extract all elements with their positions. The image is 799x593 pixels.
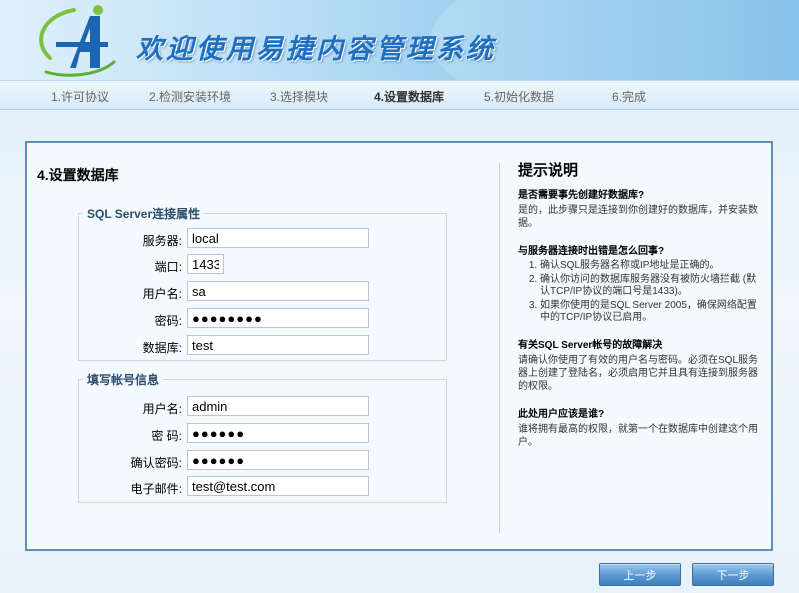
port-input[interactable] xyxy=(187,254,224,274)
help-answer-2-list: 确认SQL服务器名称或IP地址是正确的。 确认你访问的数据库服务器没有被防火墙拦… xyxy=(518,260,758,324)
db-password-row: 密码: xyxy=(87,309,182,331)
step-modules: 3.选择模块 xyxy=(270,90,329,104)
db-user-input[interactable] xyxy=(187,281,369,301)
wizard-steps: 1.许可协议 2.检测安装环境 3.选择模块 4.设置数据库 5.初始化数据 6… xyxy=(0,80,799,110)
prev-step-button[interactable]: 上一步 xyxy=(599,563,681,586)
port-label: 端口: xyxy=(154,260,182,274)
help-question-1: 是否需要事先创建好数据库? xyxy=(518,190,645,201)
account-group-legend: 填写帐号信息 xyxy=(87,373,160,387)
admin-password-label: 密 码: xyxy=(151,429,182,443)
help-list-item: 确认你访问的数据库服务器没有被防火墙拦截 (默认TCP/IP协议的端口号是143… xyxy=(540,274,758,298)
help-answer-4: 谁将拥有最高的权限，就第一个在数据库中创建这个用户。 xyxy=(518,424,758,448)
db-password-input[interactable] xyxy=(187,308,369,328)
help-answer-3: 请确认你使用了有效的用户名与密码。必须在SQL服务器上创建了登陆名，必须启用它并… xyxy=(518,355,759,392)
help-question-2: 与服务器连接时出错是怎么回事? xyxy=(518,246,665,257)
step-finish: 6.完成 xyxy=(612,90,647,104)
sql-server-group-legend: SQL Server连接属性 xyxy=(87,207,201,221)
admin-user-input[interactable] xyxy=(187,396,369,416)
admin-password-row: 密 码: xyxy=(87,424,182,446)
email-input[interactable] xyxy=(187,476,369,496)
confirm-password-row: 确认密码: xyxy=(87,451,182,473)
database-label: 数据库: xyxy=(142,341,182,355)
db-password-label: 密码: xyxy=(154,314,182,328)
help-list-item: 如果你使用的是SQL Server 2005，确保网络配置中的TCP/IP协议已… xyxy=(540,300,758,324)
server-label: 服务器: xyxy=(142,234,182,248)
email-row: 电子邮件: xyxy=(87,477,182,499)
next-step-button[interactable]: 下一步 xyxy=(692,563,774,586)
step-license: 1.许可协议 xyxy=(51,90,110,104)
database-row: 数据库: xyxy=(87,336,182,358)
help-panel: 提示说明 是否需要事先创建好数据库? 是的，此步骤只是连接到你创建好的数据库，并… xyxy=(518,159,758,461)
db-user-label: 用户名: xyxy=(142,287,182,301)
admin-user-label: 用户名: xyxy=(142,402,182,416)
database-input[interactable] xyxy=(187,335,369,355)
section-title: 4.设置数据库 xyxy=(37,167,119,183)
email-label: 电子邮件: xyxy=(130,482,182,496)
confirm-password-label: 确认密码: xyxy=(130,456,182,470)
admin-user-row: 用户名: xyxy=(87,397,182,419)
site-title: 欢迎使用易捷内容管理系统 xyxy=(136,34,496,65)
step-environment: 2.检测安装环境 xyxy=(149,90,232,104)
server-row: 服务器: xyxy=(87,229,182,251)
logo-a-icon xyxy=(39,5,116,77)
header-banner: 欢迎使用易捷内容管理系统 xyxy=(0,0,799,80)
step-database: 4.设置数据库 xyxy=(374,90,445,104)
server-input[interactable] xyxy=(187,228,369,248)
help-question-3: 有关SQL Server帐号的故障解决 xyxy=(518,340,663,351)
port-row: 端口: xyxy=(87,255,182,277)
main-panel: 4.设置数据库 SQL Server连接属性 服务器: 端口: 用户名: 密码:… xyxy=(25,141,773,551)
confirm-password-input[interactable] xyxy=(187,450,369,470)
db-user-row: 用户名: xyxy=(87,282,182,304)
help-question-4: 此处用户应该是谁? xyxy=(518,409,605,420)
column-divider xyxy=(499,163,500,533)
help-answer-1: 是的，此步骤只是连接到你创建好的数据库，并安装数据。 xyxy=(518,205,758,229)
help-title: 提示说明 xyxy=(518,162,579,179)
help-list-item: 确认SQL服务器名称或IP地址是正确的。 xyxy=(540,260,758,272)
step-init-data: 5.初始化数据 xyxy=(484,90,555,104)
admin-password-input[interactable] xyxy=(187,423,369,443)
